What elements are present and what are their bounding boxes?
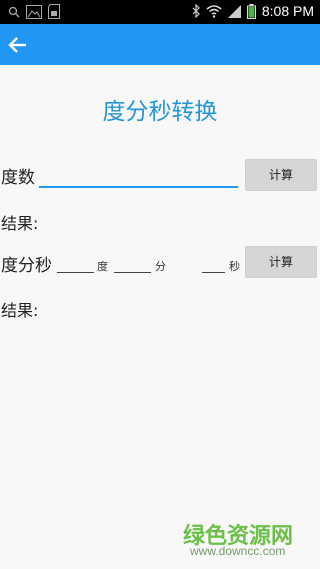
calculate-button-1[interactable]: 计算: [245, 159, 317, 191]
status-bar: 8:08 PM: [0, 0, 320, 24]
image-icon: [26, 4, 42, 19]
degree-unit: 度: [97, 260, 108, 273]
result-label-1: 结果:: [1, 214, 39, 233]
status-time: 8:08 PM: [261, 3, 314, 19]
bluetooth-icon: [192, 4, 200, 18]
result-label-2: 结果:: [1, 301, 39, 320]
status-right-icons: 8:08 PM: [192, 3, 314, 19]
minute-input[interactable]: [114, 258, 151, 273]
second-unit: 秒: [229, 260, 240, 273]
degrees-input[interactable]: [39, 166, 238, 188]
sd-card-icon: [48, 4, 60, 19]
signal-icon: [227, 4, 241, 18]
battery-icon: [246, 3, 256, 19]
app-bar: [0, 24, 320, 65]
search-icon: [8, 6, 20, 17]
status-left-icons: [8, 4, 60, 19]
second-input[interactable]: [202, 258, 225, 273]
degrees-label: 度数: [1, 168, 35, 188]
dms-label: 度分秒: [1, 256, 52, 276]
wifi-icon: [206, 5, 222, 18]
arrow-left-icon: [8, 37, 26, 53]
degree-input[interactable]: [57, 258, 94, 273]
back-button[interactable]: [6, 33, 30, 57]
page-title: 度分秒转换: [102, 99, 218, 125]
watermark-url: www.downcc.com: [190, 544, 286, 558]
calculate-button-2[interactable]: 计算: [245, 246, 317, 278]
minute-unit: 分: [155, 260, 166, 273]
